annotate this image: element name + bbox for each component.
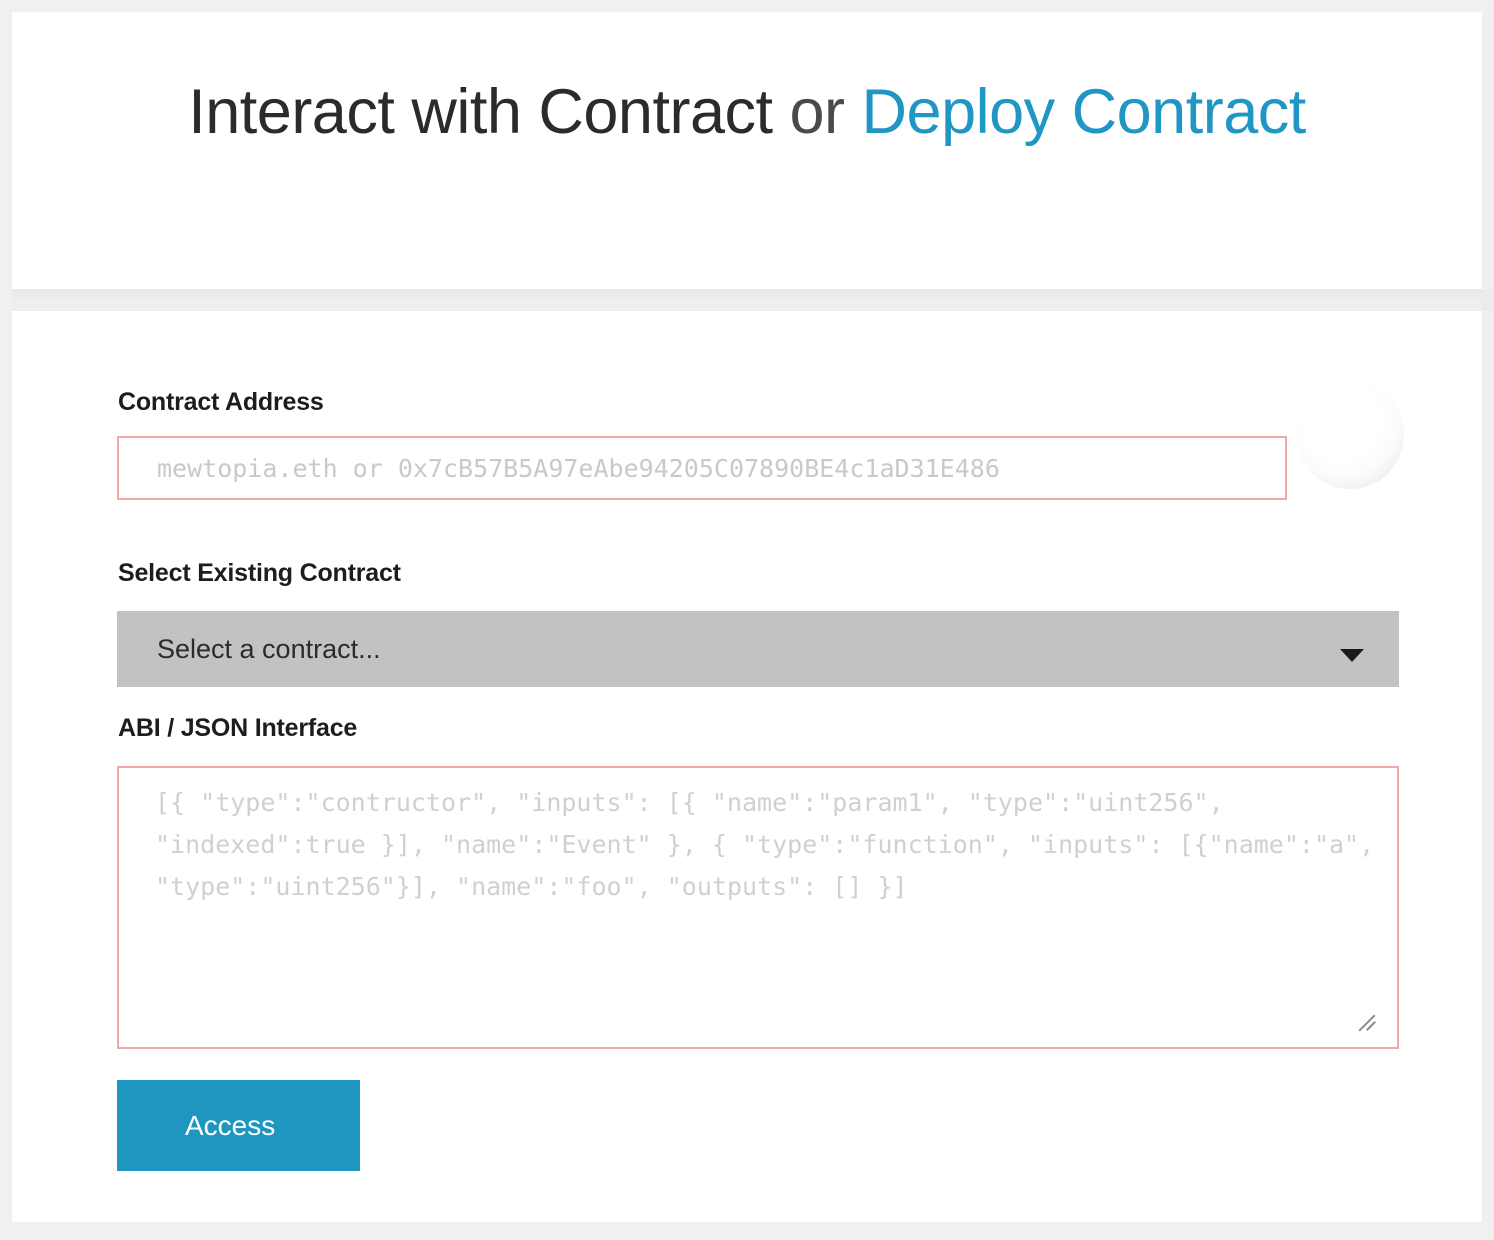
- select-existing-contract-dropdown[interactable]: Select a contract...: [117, 611, 1399, 687]
- page-title-conjunction: or: [772, 77, 862, 147]
- page-title: Interact with Contract or Deploy Contrac…: [132, 70, 1362, 155]
- section-divider: [12, 289, 1494, 311]
- contract-form-card: Contract Address Select Existing Contrac…: [12, 311, 1482, 1222]
- deploy-contract-link[interactable]: Deploy Contract: [862, 77, 1307, 147]
- abi-json-interface-textarea[interactable]: [117, 766, 1399, 1049]
- page-root: Interact with Contract or Deploy Contrac…: [0, 0, 1494, 1240]
- header-card: Interact with Contract or Deploy Contrac…: [12, 12, 1482, 289]
- select-existing-contract-label: Select Existing Contract: [118, 559, 401, 587]
- blank-identicon-avatar: [1296, 381, 1404, 489]
- contract-address-input[interactable]: [117, 436, 1287, 500]
- contract-address-label: Contract Address: [118, 388, 324, 416]
- abi-json-interface-label: ABI / JSON Interface: [118, 714, 358, 742]
- access-button[interactable]: Access: [117, 1080, 360, 1171]
- page-title-static: Interact with Contract: [188, 77, 773, 147]
